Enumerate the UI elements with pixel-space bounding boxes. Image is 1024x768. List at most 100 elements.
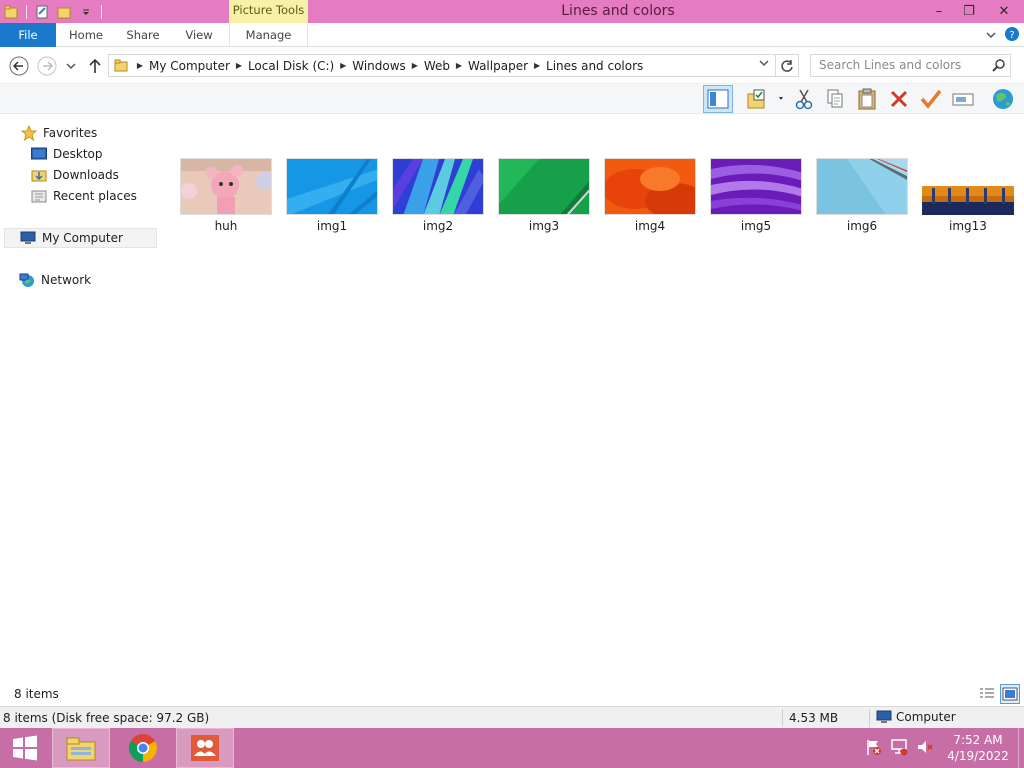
- nav-downloads-label: Downloads: [53, 168, 119, 182]
- tab-view[interactable]: View: [172, 23, 226, 47]
- users-icon: [191, 735, 219, 761]
- properties-icon[interactable]: [31, 0, 53, 23]
- minimize-button[interactable]: –: [924, 0, 954, 23]
- delete-icon[interactable]: [884, 85, 914, 113]
- file-name: img2: [422, 219, 454, 233]
- rename-icon[interactable]: [948, 85, 978, 113]
- address-dropdown-icon[interactable]: [759, 58, 769, 71]
- crumb-lines-and-colors[interactable]: Lines and colors: [546, 59, 643, 73]
- crumb-windows[interactable]: Windows: [352, 59, 406, 73]
- preview-pane-button[interactable]: [703, 85, 733, 113]
- file-item[interactable]: huh: [180, 158, 272, 238]
- action-center-flag-icon[interactable]: [864, 738, 882, 759]
- file-explorer-icon: [66, 737, 96, 761]
- show-desktop-button[interactable]: [1018, 728, 1024, 768]
- forward-button[interactable]: [36, 55, 58, 77]
- ribbon-tabs: File Home Share View Manage ?: [0, 23, 1024, 47]
- window-title: Lines and colors: [561, 3, 675, 19]
- breadcrumb: ▶ My Computer ▶ Local Disk (C:) ▶ Window…: [131, 59, 643, 73]
- crumb-local-disk[interactable]: Local Disk (C:): [248, 59, 334, 73]
- customize-qat-icon[interactable]: [75, 0, 97, 23]
- recent-locations-icon[interactable]: [61, 55, 81, 77]
- search-input[interactable]: Search Lines and colors: [810, 54, 1011, 77]
- file-thumbnail: [710, 158, 802, 215]
- back-button[interactable]: [8, 55, 30, 77]
- file-name: img1: [316, 219, 348, 233]
- file-item[interactable]: img1: [286, 158, 378, 238]
- clock[interactable]: 7:52 AM 4/19/2022: [938, 732, 1018, 764]
- svg-text:?: ?: [1009, 30, 1014, 41]
- file-name: img3: [528, 219, 560, 233]
- desktop-icon: [30, 146, 48, 162]
- file-name: img5: [740, 219, 772, 233]
- up-button[interactable]: [84, 55, 106, 77]
- crumb-my-computer[interactable]: My Computer: [149, 59, 230, 73]
- crumb-web[interactable]: Web: [424, 59, 450, 73]
- help-icon[interactable]: ?: [1004, 26, 1020, 45]
- downloads-folder-icon: [30, 167, 48, 183]
- expand-ribbon-icon[interactable]: [986, 29, 996, 43]
- tab-home[interactable]: Home: [58, 23, 114, 47]
- large-icons-view-icon[interactable]: [1000, 684, 1020, 704]
- breadcrumb-separator-icon[interactable]: ▶: [406, 61, 424, 70]
- tab-file[interactable]: File: [0, 23, 56, 47]
- nav-network[interactable]: Network: [18, 270, 91, 290]
- refresh-button[interactable]: [776, 54, 799, 77]
- nav-my-computer[interactable]: My Computer: [4, 228, 157, 248]
- folder-app-icon[interactable]: [0, 0, 22, 23]
- volume-muted-icon[interactable]: [916, 738, 934, 759]
- file-item[interactable]: img4: [604, 158, 696, 238]
- file-thumbnail: [180, 158, 272, 215]
- breadcrumb-separator-icon[interactable]: ▶: [334, 61, 352, 70]
- copy-icon[interactable]: [820, 85, 850, 113]
- nav-network-label: Network: [41, 273, 92, 287]
- nav-recent-places[interactable]: Recent places: [30, 186, 137, 206]
- nav-downloads[interactable]: Downloads: [30, 165, 119, 185]
- cut-icon[interactable]: [789, 85, 819, 113]
- restore-button[interactable]: ❐: [954, 0, 984, 23]
- file-thumbnail: [392, 158, 484, 215]
- ribbon-help-area: ?: [986, 26, 1020, 45]
- globe-icon[interactable]: [988, 85, 1018, 113]
- taskbar-users-app[interactable]: [176, 728, 234, 768]
- search-icon[interactable]: [992, 58, 1006, 79]
- breadcrumb-separator-icon[interactable]: ▶: [131, 61, 149, 70]
- checkmark-icon[interactable]: [916, 85, 946, 113]
- status-location-label: Computer: [896, 710, 956, 724]
- nav-favorites[interactable]: Favorites: [20, 123, 97, 143]
- file-item[interactable]: img5: [710, 158, 802, 238]
- taskbar-chrome[interactable]: [114, 728, 172, 768]
- file-thumbnail: [604, 158, 696, 215]
- crumb-wallpaper[interactable]: Wallpaper: [468, 59, 528, 73]
- file-thumbnail: [286, 158, 378, 215]
- quick-access-toolbar: [0, 0, 106, 23]
- file-name: img4: [634, 219, 666, 233]
- file-item[interactable]: img3: [498, 158, 590, 238]
- system-tray: 7:52 AM 4/19/2022: [860, 728, 1024, 768]
- start-button[interactable]: [0, 728, 50, 768]
- file-item[interactable]: img13: [922, 158, 1014, 238]
- address-bar[interactable]: ▶ My Computer ▶ Local Disk (C:) ▶ Window…: [108, 54, 776, 77]
- tab-manage[interactable]: Manage: [229, 23, 308, 47]
- status-location: Computer: [876, 710, 956, 724]
- chrome-icon: [129, 734, 157, 762]
- breadcrumb-separator-icon[interactable]: ▶: [450, 61, 468, 70]
- breadcrumb-separator-icon[interactable]: ▶: [528, 61, 546, 70]
- nav-desktop[interactable]: Desktop: [30, 144, 103, 164]
- tab-share[interactable]: Share: [116, 23, 170, 47]
- paste-icon[interactable]: [852, 85, 882, 113]
- clock-time: 7:52 AM: [953, 733, 1003, 747]
- status-divider: [869, 709, 870, 727]
- new-folder-icon[interactable]: [53, 0, 75, 23]
- status-bar: 8 items (Disk free space: 97.2 GB) 4.53 …: [0, 706, 1024, 728]
- close-button[interactable]: ✕: [984, 0, 1024, 23]
- details-view-icon[interactable]: [977, 684, 997, 704]
- file-item[interactable]: img6: [816, 158, 908, 238]
- taskbar-file-explorer[interactable]: [52, 728, 110, 768]
- file-item[interactable]: img2: [392, 158, 484, 238]
- breadcrumb-separator-icon[interactable]: ▶: [230, 61, 248, 70]
- address-row: ▶ My Computer ▶ Local Disk (C:) ▶ Window…: [0, 48, 1024, 84]
- network-status-icon[interactable]: [890, 738, 908, 759]
- select-folder-button[interactable]: [742, 85, 786, 113]
- picture-tools-context-tab: Picture Tools: [229, 0, 308, 23]
